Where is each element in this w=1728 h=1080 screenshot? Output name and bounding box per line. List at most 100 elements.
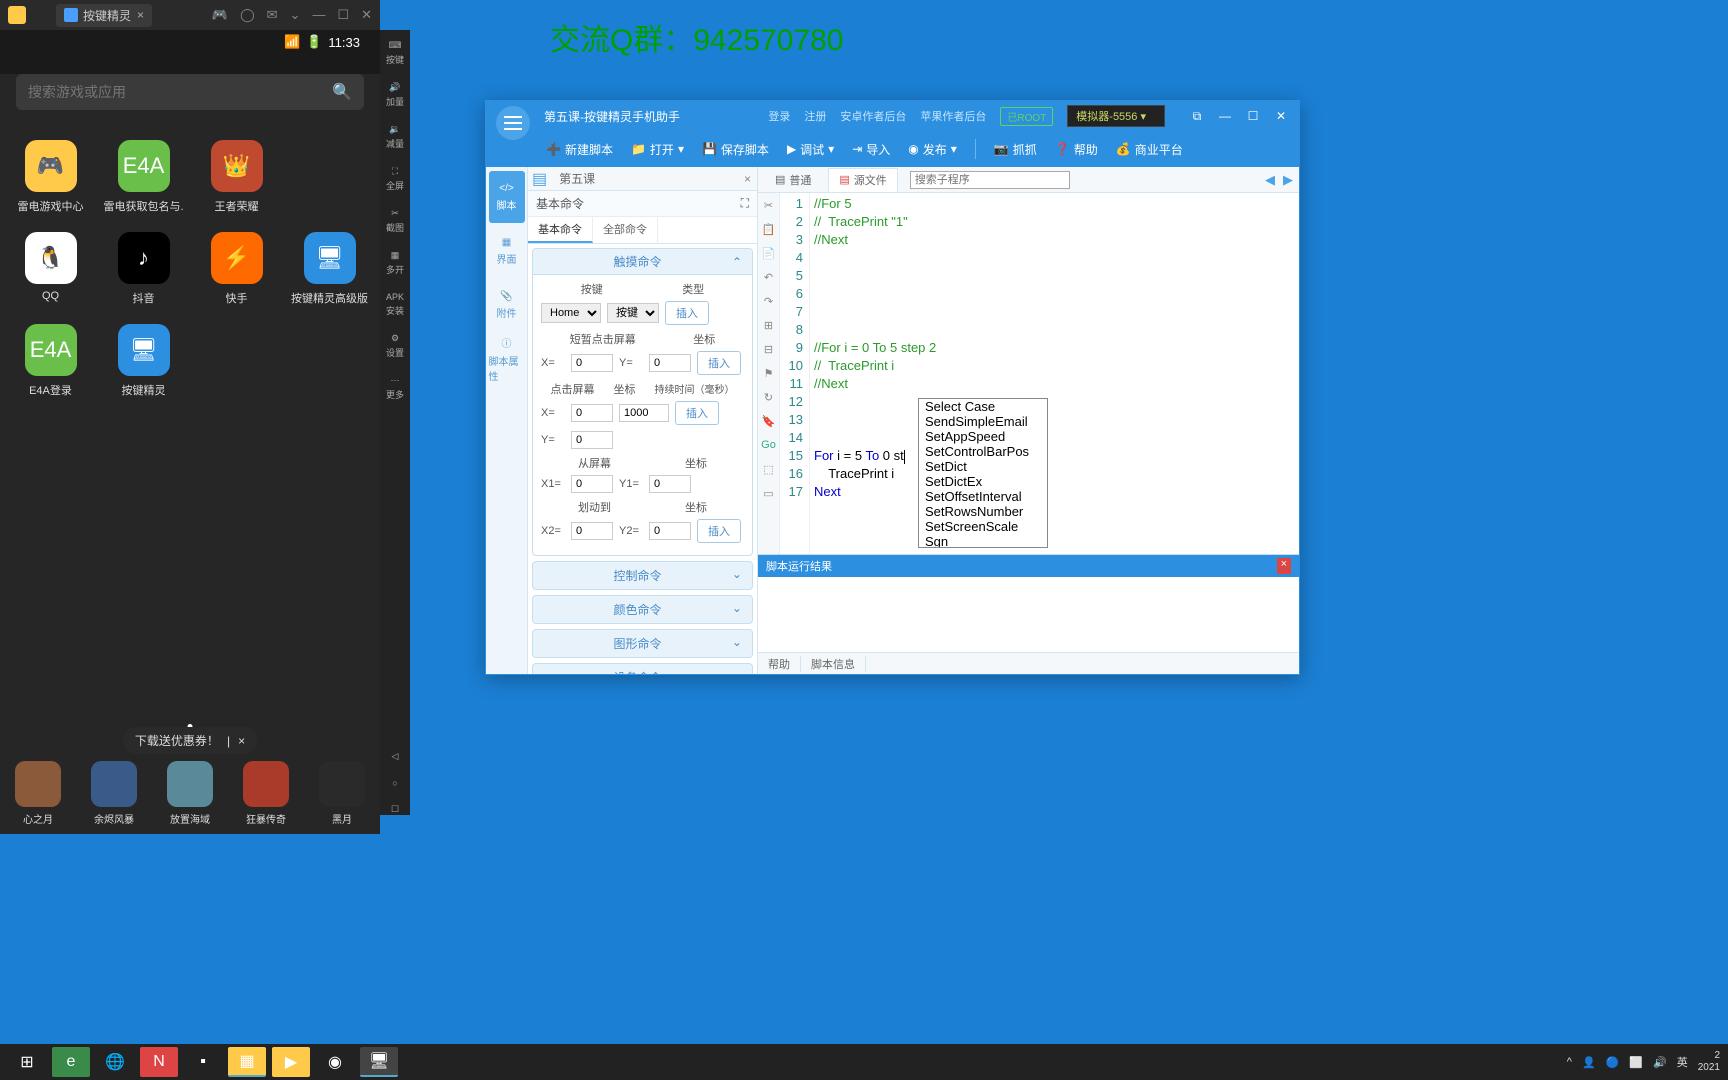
x-input[interactable] <box>571 354 613 372</box>
autocomplete-item[interactable]: SendSimpleEmail <box>919 414 1047 429</box>
copy-icon[interactable]: 📋 <box>761 221 777 237</box>
close-icon[interactable]: × <box>1277 558 1291 574</box>
minimize-icon[interactable]: — <box>312 7 325 23</box>
side-fullscreen-button[interactable]: ⛶全屏 <box>384 166 406 192</box>
dock-item[interactable]: 放置海域 <box>167 761 213 826</box>
taskbar-app[interactable]: e <box>52 1047 90 1077</box>
autocomplete-item[interactable]: Sgn <box>919 534 1047 548</box>
nav-prev-icon[interactable]: ◀ <box>1265 172 1275 188</box>
bookmark-icon[interactable]: 🔖 <box>761 413 777 429</box>
code-editor[interactable]: ✂ 📋 📄 ↶ ↷ ⊞ ⊟ ⚑ ↻ 🔖 Go ⬚ ▭ 1234567891011… <box>758 193 1299 554</box>
emulator-tab[interactable]: 按键精灵 × <box>56 4 152 27</box>
hold-x-input[interactable] <box>571 404 613 422</box>
nav-attachments[interactable]: 📎附件 <box>489 279 525 331</box>
side-screenshot-button[interactable]: ✂截图 <box>384 208 406 234</box>
emulator-search-bar[interactable]: 🔍 <box>16 74 364 110</box>
tray-icon[interactable]: ⬜ <box>1629 1056 1643 1069</box>
open-button[interactable]: 📁打开▾ <box>631 141 684 158</box>
taskbar-app[interactable]: N <box>140 1047 178 1077</box>
hold-y-input[interactable] <box>571 431 613 449</box>
maximize-icon[interactable]: ☐ <box>337 7 349 23</box>
app-item[interactable]: 🎮雷电游戏中心 <box>8 140 93 214</box>
side-volume-up-button[interactable]: 🔊加量 <box>384 82 406 108</box>
import-button[interactable]: ⇥导入 <box>852 141 890 158</box>
ios-backend-link[interactable]: 苹果作者后台 <box>920 108 986 124</box>
x1-input[interactable] <box>571 475 613 493</box>
search-icon[interactable]: 🔍 <box>332 82 352 102</box>
action-icon[interactable]: ⊞ <box>761 317 777 333</box>
autocomplete-item[interactable]: SetRowsNumber <box>919 504 1047 519</box>
login-link[interactable]: 登录 <box>768 108 790 124</box>
device-cmd-section[interactable]: 设备命令⌄ <box>532 663 753 674</box>
app-item[interactable]: 🖥按键精灵高级版 <box>287 232 372 306</box>
side-home-button[interactable]: ○ <box>384 778 406 788</box>
tray-icon[interactable]: 👤 <box>1582 1056 1596 1069</box>
expand-icon[interactable]: ⛶ <box>741 196 749 211</box>
dock-item[interactable]: 黑月 <box>319 761 365 826</box>
nav-properties[interactable]: ⓘ脚本属性 <box>489 333 525 385</box>
x2-input[interactable] <box>571 522 613 540</box>
app-item[interactable]: 👑王者荣耀 <box>194 140 279 214</box>
start-button[interactable]: ⊞ <box>8 1047 46 1077</box>
register-link[interactable]: 注册 <box>804 108 826 124</box>
app-item[interactable]: ♪抖音 <box>101 232 186 306</box>
close-icon[interactable]: × <box>744 172 751 186</box>
popout-icon[interactable]: ⧉ <box>1187 109 1207 124</box>
autocomplete-item[interactable]: SetAppSpeed <box>919 429 1047 444</box>
y-input[interactable] <box>649 354 691 372</box>
autocomplete-item[interactable]: SetControlBarPos <box>919 444 1047 459</box>
action-icon[interactable]: ▭ <box>761 485 777 501</box>
y2-input[interactable] <box>649 522 691 540</box>
cmd-subtab-all[interactable]: 全部命令 <box>593 217 658 243</box>
autocomplete-item[interactable]: SetScreenScale <box>919 519 1047 534</box>
promo-banner[interactable]: 下载送优惠券！ | × <box>123 727 257 754</box>
side-volume-down-button[interactable]: 🔉减量 <box>384 124 406 150</box>
action-icon[interactable]: ↻ <box>761 389 777 405</box>
side-keyboard-button[interactable]: ⌨按键 <box>384 40 406 66</box>
result-tab-help[interactable]: 帮助 <box>758 656 801 672</box>
color-cmd-section[interactable]: 颜色命令⌄ <box>532 595 753 624</box>
search-input[interactable] <box>28 84 332 100</box>
app-item[interactable]: E4AE4A登录 <box>8 324 93 398</box>
control-cmd-section[interactable]: 控制命令⌄ <box>532 561 753 590</box>
side-install-button[interactable]: APK安装 <box>384 292 406 317</box>
result-tab-info[interactable]: 脚本信息 <box>801 656 866 672</box>
taskbar-chrome[interactable]: 🌐 <box>96 1047 134 1077</box>
type-select[interactable]: 按键 <box>607 303 659 323</box>
help-button[interactable]: ❓帮助 <box>1055 141 1098 158</box>
undo-icon[interactable]: ↶ <box>761 269 777 285</box>
app-item[interactable]: E4A雷电获取包名与... <box>101 140 186 214</box>
new-script-button[interactable]: ➕新建脚本 <box>546 141 613 158</box>
autocomplete-item[interactable]: SetOffsetInterval <box>919 489 1047 504</box>
close-icon[interactable]: × <box>238 734 245 748</box>
side-settings-button[interactable]: ⚙设置 <box>384 333 406 359</box>
tray-lang[interactable]: 英 <box>1677 1054 1688 1070</box>
insert-button[interactable]: 插入 <box>697 351 741 375</box>
close-icon[interactable]: ✕ <box>1271 109 1291 124</box>
taskbar-app[interactable]: ▦ <box>228 1047 266 1077</box>
taskbar-emulator[interactable]: 🖥 <box>360 1047 398 1077</box>
commerce-button[interactable]: 💰商业平台 <box>1116 141 1183 158</box>
dock-item[interactable]: 心之月 <box>15 761 61 826</box>
dock-item[interactable]: 余烬风暴 <box>91 761 137 826</box>
section-header[interactable]: 触摸命令⌃ <box>533 249 752 275</box>
insert-button[interactable]: 插入 <box>665 301 709 325</box>
close-icon[interactable]: × <box>137 8 144 22</box>
autocomplete-popup[interactable]: Select CaseSendSimpleEmailSetAppSpeedSet… <box>918 398 1048 548</box>
shape-cmd-section[interactable]: 图形命令⌄ <box>532 629 753 658</box>
subprogram-search[interactable] <box>910 171 1070 189</box>
autocomplete-item[interactable]: SetDict <box>919 459 1047 474</box>
taskbar-terminal[interactable]: ▪ <box>184 1047 222 1077</box>
side-back-button[interactable]: ◁ <box>384 751 406 762</box>
app-item[interactable]: 🐧QQ <box>8 232 93 306</box>
go-icon[interactable]: Go <box>761 437 777 453</box>
nav-script[interactable]: </>脚本 <box>489 171 525 223</box>
tray-icon[interactable]: 🔵 <box>1606 1056 1620 1069</box>
cmd-subtab-basic[interactable]: 基本命令 <box>528 217 593 243</box>
action-icon[interactable]: ⚑ <box>761 365 777 381</box>
mail-icon[interactable]: ✉ <box>267 7 278 23</box>
minimize-icon[interactable]: — <box>1215 109 1235 124</box>
tray-volume-icon[interactable]: 🔊 <box>1653 1056 1667 1069</box>
user-icon[interactable]: ◯ <box>240 7 255 23</box>
paste-icon[interactable]: 📄 <box>761 245 777 261</box>
